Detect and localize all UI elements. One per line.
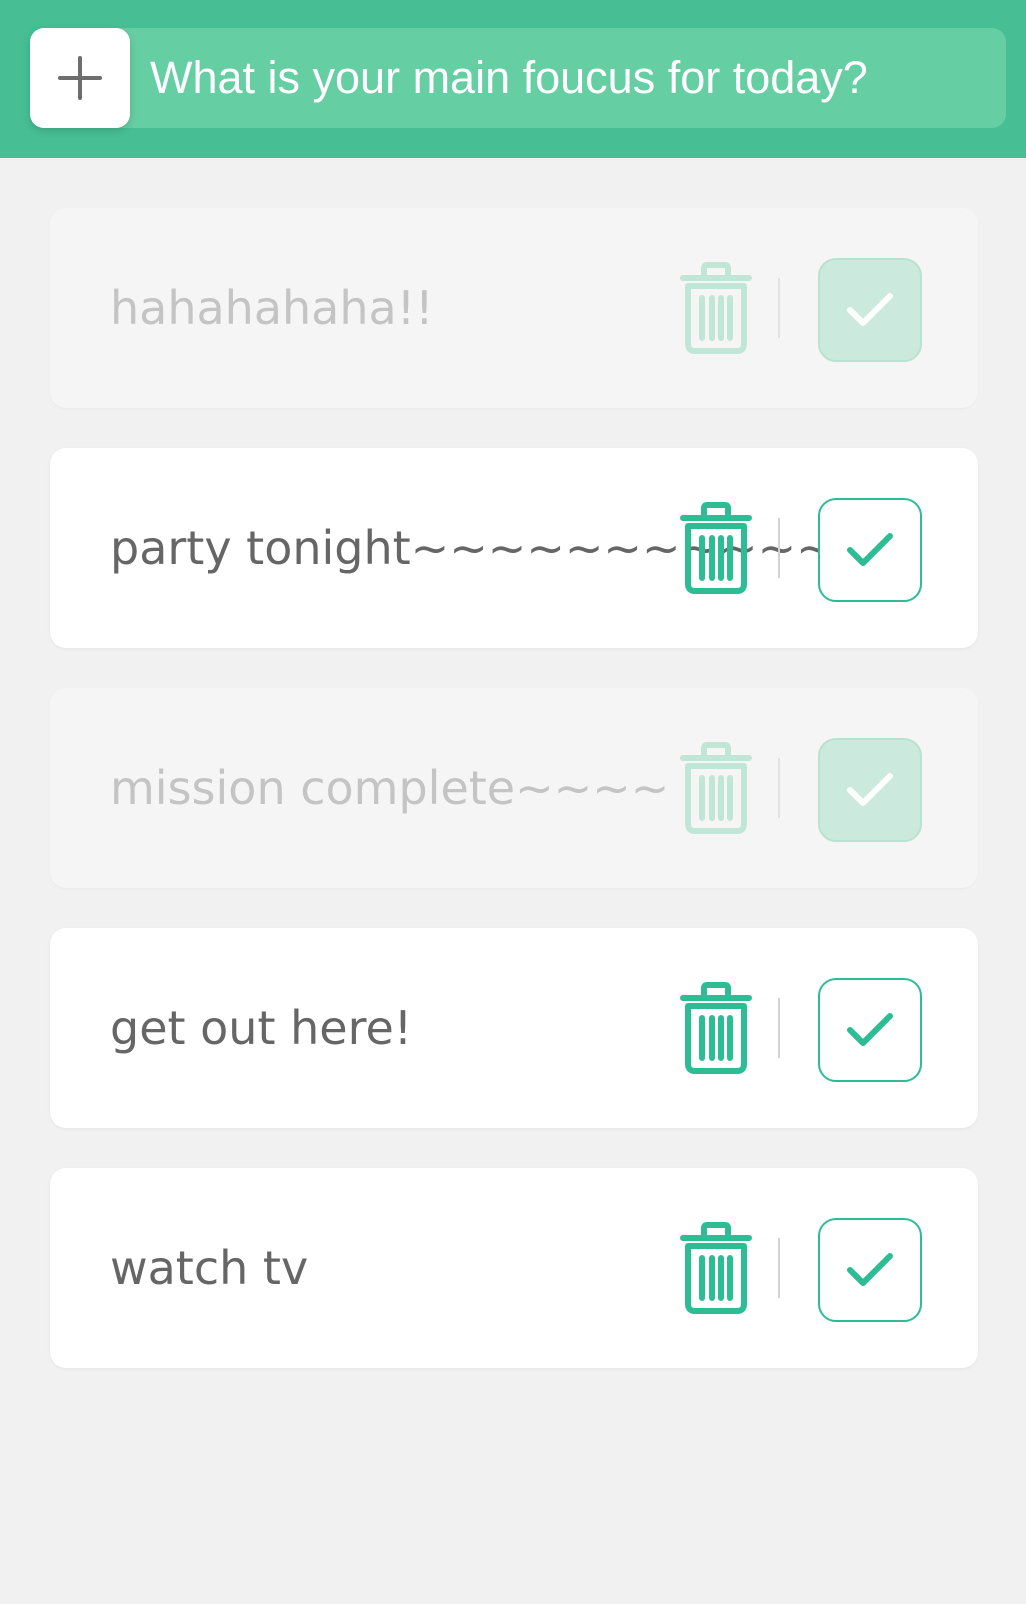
trash-icon (680, 742, 752, 834)
divider (778, 1238, 780, 1298)
plus-icon (58, 56, 102, 100)
todo-item: watch tv (50, 1168, 978, 1368)
delete-button[interactable] (670, 262, 762, 354)
todo-text: get out here! (110, 1001, 413, 1055)
delete-button[interactable] (670, 1222, 762, 1314)
complete-button[interactable] (818, 498, 922, 602)
todo-item: hahahahaha!! (50, 208, 978, 408)
divider (778, 518, 780, 578)
todo-text: watch tv (110, 1241, 309, 1295)
check-icon (847, 1013, 893, 1046)
complete-button[interactable] (818, 258, 922, 362)
todo-text: mission complete~~~~ (110, 761, 670, 815)
app-header (0, 0, 1026, 158)
check-icon (847, 773, 893, 806)
check-icon (847, 533, 893, 566)
task-input[interactable] (150, 28, 990, 128)
trash-icon (680, 1222, 752, 1314)
delete-button[interactable] (670, 502, 762, 594)
check-icon (847, 1253, 893, 1286)
divider (778, 278, 780, 338)
complete-button[interactable] (818, 738, 922, 842)
divider (778, 758, 780, 818)
check-icon (847, 293, 893, 326)
todo-text: hahahahaha!! (110, 281, 434, 335)
todo-item: party tonight~~~~~~~~~~~~ (50, 448, 978, 648)
todo-item: get out here! (50, 928, 978, 1128)
trash-icon (680, 982, 752, 1074)
trash-icon (680, 502, 752, 594)
todo-list: hahahahaha!! party tonight~~~~~~~~~~~~ m… (50, 208, 978, 1408)
add-task-button[interactable] (30, 28, 130, 128)
todo-item: mission complete~~~~ (50, 688, 978, 888)
trash-icon (680, 262, 752, 354)
delete-button[interactable] (670, 982, 762, 1074)
todo-text: party tonight~~~~~~~~~~~~ (110, 521, 874, 575)
delete-button[interactable] (670, 742, 762, 834)
divider (778, 998, 780, 1058)
complete-button[interactable] (818, 1218, 922, 1322)
complete-button[interactable] (818, 978, 922, 1082)
